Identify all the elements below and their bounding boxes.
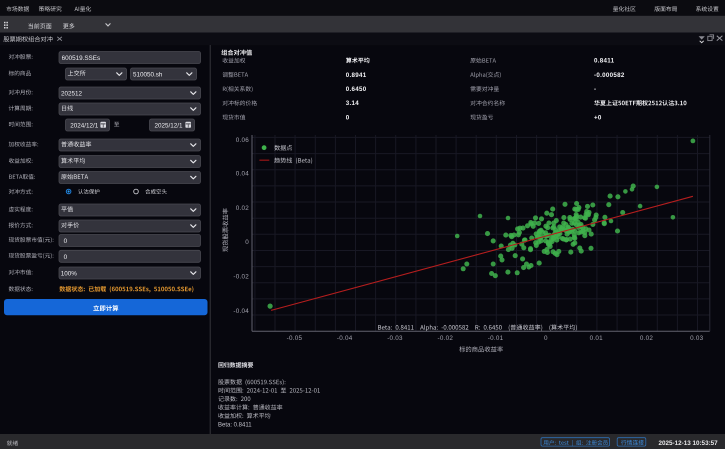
svg-text:0: 0 [64, 238, 68, 245]
svg-text:2024/12/1: 2024/12/1 [70, 123, 99, 130]
svg-text:100%: 100% [61, 271, 78, 278]
svg-text:0.6450: 0.6450 [346, 86, 367, 93]
svg-text:-0.03: -0.03 [387, 335, 403, 342]
svg-text:0: 0 [245, 239, 249, 246]
svg-text:2025/12/1: 2025/12/1 [155, 123, 184, 130]
svg-text:0.8941: 0.8941 [346, 72, 367, 79]
svg-text:-0.04: -0.04 [337, 335, 353, 342]
svg-text:0: 0 [64, 254, 68, 261]
svg-text:0.02: 0.02 [236, 205, 250, 212]
svg-text:-0.02: -0.02 [437, 335, 453, 342]
svg-text:0.02: 0.02 [640, 335, 654, 342]
svg-text:-0.02: -0.02 [233, 274, 249, 281]
svg-text:Beta: 0.8411: Beta: 0.8411 [218, 422, 252, 428]
svg-text:-0.04: -0.04 [233, 308, 249, 315]
svg-text:-0.000582: -0.000582 [594, 72, 625, 79]
svg-text:+0: +0 [594, 114, 602, 121]
svg-text:-0.01: -0.01 [488, 335, 504, 342]
svg-text:0.06: 0.06 [236, 137, 250, 144]
svg-text:2025-12-13 10:53:57: 2025-12-13 10:53:57 [659, 440, 719, 447]
svg-text:0.01: 0.01 [590, 335, 604, 342]
svg-text:0: 0 [544, 335, 548, 342]
svg-text:0.03: 0.03 [690, 335, 704, 342]
svg-text:-: - [594, 86, 596, 93]
svg-text:202512: 202512 [61, 91, 83, 98]
svg-text:-0.05: -0.05 [287, 335, 303, 342]
svg-text:0.8411: 0.8411 [594, 58, 615, 65]
svg-text:0: 0 [346, 114, 350, 121]
svg-text:510050.sh: 510050.sh [133, 72, 163, 79]
svg-text:3.14: 3.14 [346, 100, 360, 107]
svg-text:600519.SSEs: 600519.SSEs [62, 55, 101, 62]
svg-text:0.04: 0.04 [236, 171, 250, 178]
